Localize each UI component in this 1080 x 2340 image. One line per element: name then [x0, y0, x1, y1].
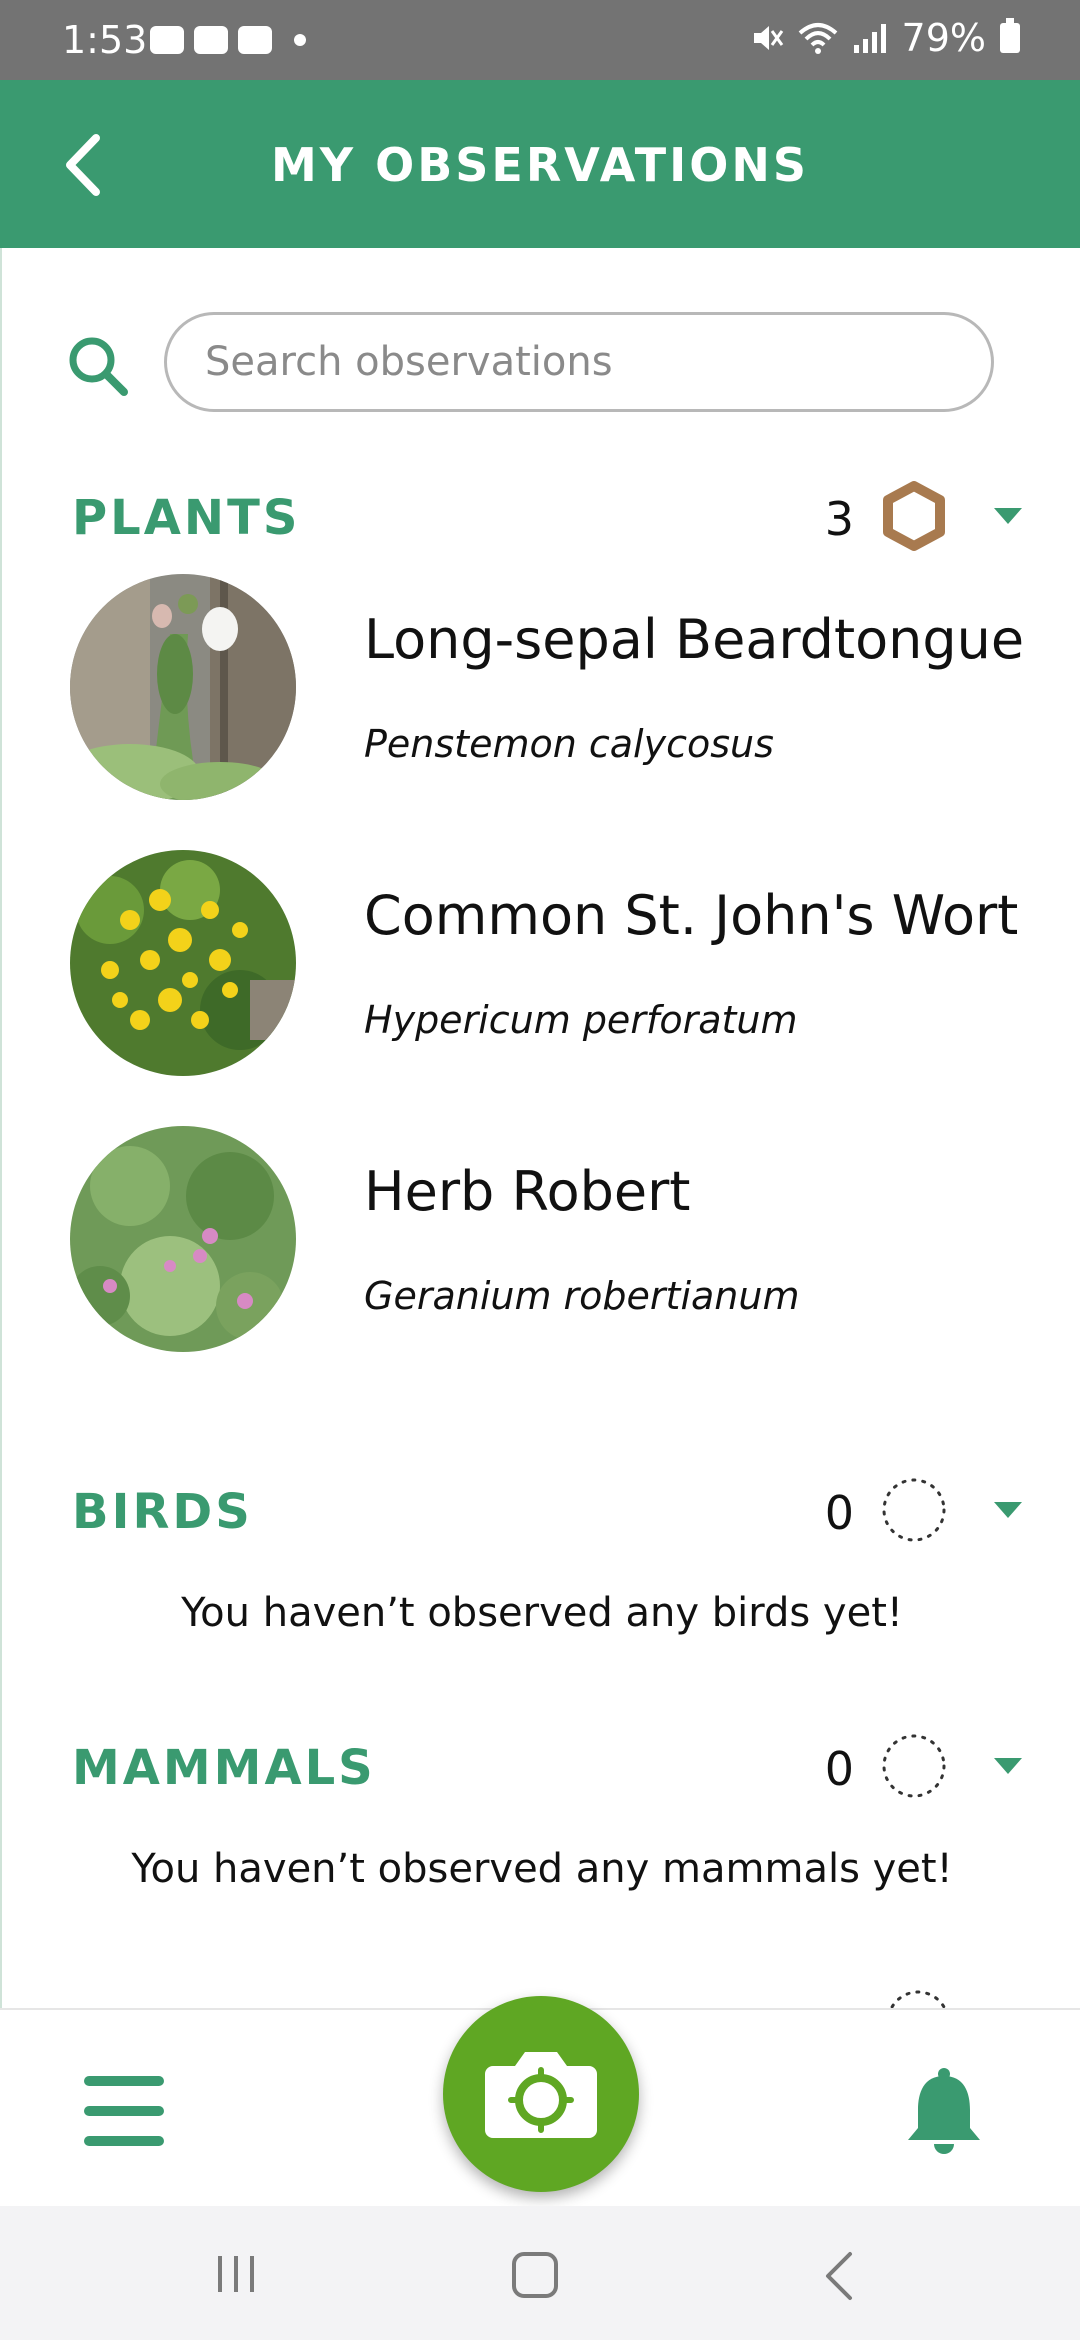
page-title: MY OBSERVATIONS — [271, 138, 809, 192]
more-notifications-dot-icon — [294, 34, 306, 46]
section-count-plants: 3 — [824, 492, 854, 546]
status-time: 1:53 — [62, 18, 148, 62]
youtube-icon — [238, 26, 272, 54]
observation-scientific-name: Penstemon calycosus — [364, 722, 774, 766]
battery-percentage: 79% — [901, 16, 986, 60]
observation-scientific-name: Hypericum perforatum — [364, 998, 798, 1042]
youtube-icon — [194, 26, 228, 54]
recent-apps-icon[interactable] — [214, 2254, 258, 2294]
section-header-plants[interactable]: PLANTS 3 — [72, 480, 1022, 560]
status-notification-icons — [150, 26, 306, 54]
section-count-birds: 0 — [824, 1486, 854, 1540]
camera-button[interactable] — [443, 1996, 639, 2192]
bottom-navigation — [0, 1996, 1080, 2208]
search-input[interactable] — [164, 312, 994, 412]
observations-list[interactable]: PLANTS 3 Long-sepal Beardtongue Pens — [0, 248, 1080, 2008]
observation-photo — [70, 574, 296, 800]
mute-icon — [753, 26, 783, 50]
empty-state-mammals: You haven’t observed any mammals yet! — [131, 1846, 953, 1892]
section-label-plants: PLANTS — [72, 490, 301, 546]
signal-icon — [853, 24, 886, 53]
wifi-icon — [798, 23, 837, 54]
system-navigation-bar — [0, 2206, 1080, 2340]
search-icon[interactable] — [66, 334, 130, 398]
hexagon-badge-icon — [883, 481, 945, 551]
bell-icon[interactable] — [902, 2066, 986, 2156]
app-bar: MY OBSERVATIONS — [0, 80, 1080, 248]
observation-photo — [70, 850, 296, 1076]
section-header-mammals[interactable]: MAMMALS 0 — [72, 1730, 1022, 1810]
observation-scientific-name: Geranium robertianum — [364, 1274, 800, 1318]
list-item[interactable]: Herb Robert Geranium robertianum — [70, 1126, 1030, 1352]
search-bar — [66, 312, 1006, 416]
collapse-caret-icon[interactable] — [994, 1502, 1022, 1518]
section-count-mammals: 0 — [824, 1742, 854, 1796]
section-header-birds[interactable]: BIRDS 0 — [72, 1474, 1022, 1554]
dotted-circle-badge-icon — [889, 1990, 947, 2008]
status-right: 79% — [750, 16, 1020, 60]
dotted-circle-badge-icon — [882, 1734, 946, 1798]
battery-icon — [1000, 18, 1020, 53]
status-bar: 1:53 79% — [0, 0, 1080, 80]
observation-common-name: Herb Robert — [364, 1160, 691, 1223]
observation-photo — [70, 1126, 296, 1352]
camera-icon — [485, 2052, 597, 2138]
dotted-circle-badge-icon — [882, 1478, 946, 1542]
collapse-caret-icon[interactable] — [994, 1758, 1022, 1774]
empty-state-birds: You haven’t observed any birds yet! — [181, 1590, 903, 1636]
list-item[interactable]: Common St. John's Wort Hypericum perfora… — [70, 850, 1030, 1076]
system-back-icon[interactable] — [820, 2250, 860, 2302]
observation-common-name: Long-sepal Beardtongue — [364, 608, 1025, 671]
section-label-birds: BIRDS — [72, 1484, 253, 1540]
collapse-caret-icon[interactable] — [994, 508, 1022, 524]
observation-common-name: Common St. John's Wort — [364, 884, 1019, 947]
section-label-mammals: MAMMALS — [72, 1740, 376, 1796]
hamburger-menu-icon[interactable] — [84, 2076, 164, 2148]
gallery-icon — [150, 26, 184, 54]
list-item[interactable]: Long-sepal Beardtongue Penstemon calycos… — [70, 574, 1030, 800]
home-icon[interactable] — [512, 2252, 558, 2298]
